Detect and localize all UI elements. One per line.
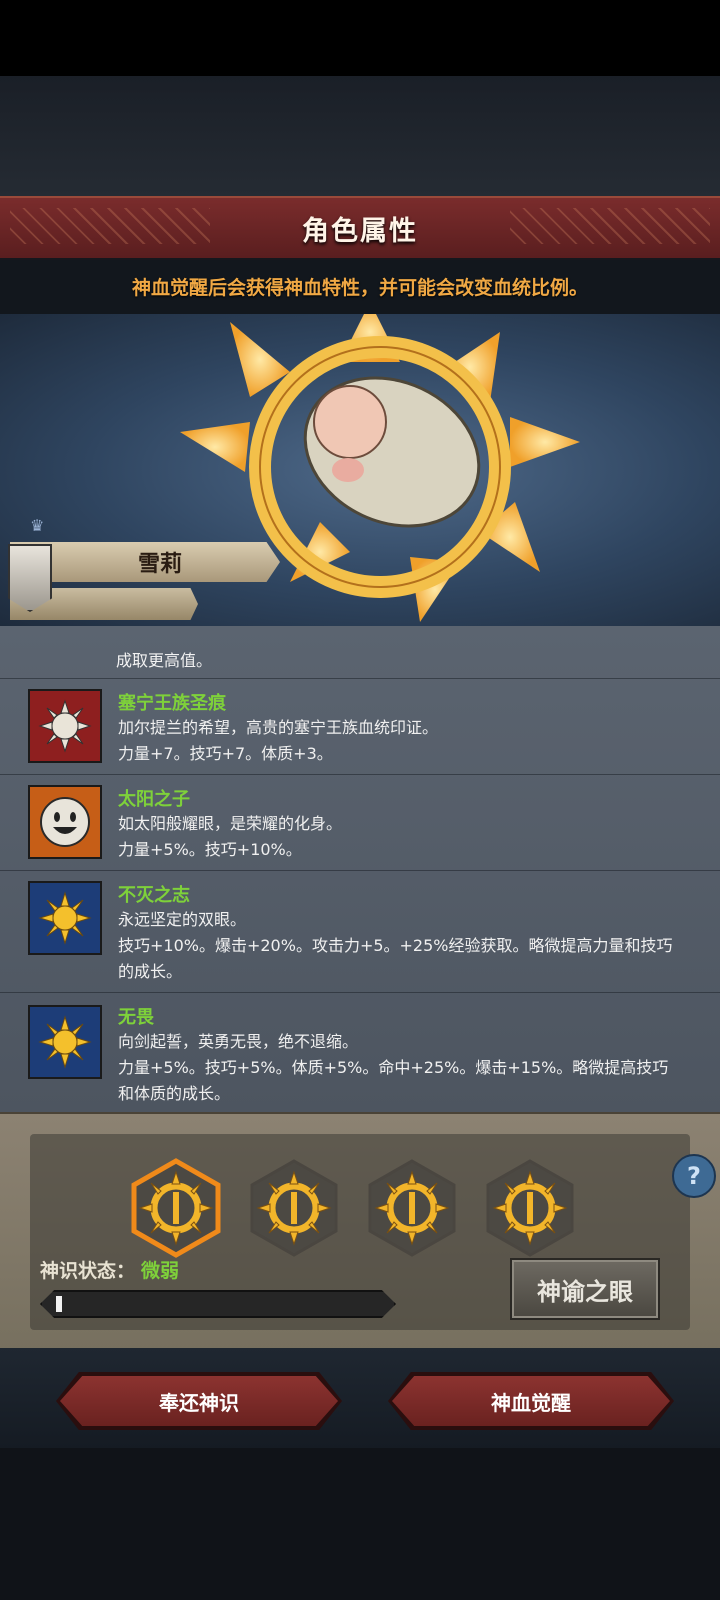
- trait-name: 塞宁王族圣痕: [118, 693, 226, 714]
- crown-icon: ♛: [30, 516, 45, 535]
- trait-item: 太阳之子 如太阳般耀眼，是荣耀的化身。 力量+5%。技巧+10%。: [0, 774, 720, 871]
- return-divine-sense-button[interactable]: 奉还神识: [60, 1376, 338, 1426]
- trait-effects: 力量+5%。技巧+5%。体质+5%。命中+25%。爆击+15%。略微提高技巧和体…: [118, 1058, 669, 1103]
- trait-description: 如太阳般耀眼，是荣耀的化身。: [118, 814, 343, 833]
- trait-effects: 技巧+10%。爆击+20%。攻击力+5。+25%经验获取。略微提高力量和技巧的成…: [118, 936, 673, 981]
- page-title: 角色属性: [302, 215, 418, 247]
- trait-effects: 力量+7。技巧+7。体质+3。: [118, 744, 333, 763]
- trait-name: 无畏: [118, 1007, 154, 1028]
- golden-sun-icon: [28, 881, 102, 955]
- divine-slot[interactable]: [248, 1158, 340, 1258]
- white-sun-emblem-icon: [28, 689, 102, 763]
- status-value: 微弱: [141, 1260, 180, 1282]
- hint-bar: 神血觉醒后会获得神血特性，并可能会改变血统比例。: [0, 258, 720, 314]
- header-ornament-left: [10, 208, 210, 244]
- shield-icon: [8, 544, 52, 612]
- character-name-banner: 雪莉: [0, 538, 290, 626]
- divine-slot[interactable]: [484, 1158, 576, 1258]
- hint-text: 神血觉醒后会获得神血特性，并可能会改变血统比例。: [131, 276, 588, 299]
- sun-ring-icon: [368, 1159, 456, 1257]
- page-header: 角色属性: [0, 196, 720, 260]
- header-ornament-right: [510, 208, 710, 244]
- sun-ring-icon: [250, 1159, 338, 1257]
- character-name: 雪莉: [137, 552, 182, 577]
- list-item-cutoff-text: 成取更高值。: [116, 651, 213, 670]
- status-bar-area: [0, 0, 720, 76]
- help-icon[interactable]: ?: [672, 1154, 716, 1198]
- trait-name: 太阳之子: [118, 789, 190, 810]
- divine-slot[interactable]: [130, 1158, 222, 1258]
- golden-sun-icon: [28, 1005, 102, 1079]
- trait-name: 不灭之志: [118, 885, 190, 906]
- divine-blood-awaken-button[interactable]: 神血觉醒: [392, 1376, 670, 1426]
- sun-ring-icon: [131, 1158, 221, 1258]
- status-label: 神识状态：: [40, 1260, 136, 1282]
- traits-list[interactable]: 成取更高值。 塞宁王族圣痕 加尔提兰的希望，高贵的塞宁王族血统印证。 力量+7。…: [0, 626, 720, 1112]
- trait-item: 塞宁王族圣痕 加尔提兰的希望，高贵的塞宁王族血统印证。 力量+7。技巧+7。体质…: [0, 678, 720, 775]
- trait-description: 向剑起誓，英勇无畏，绝不退缩。: [118, 1032, 359, 1051]
- divine-sense-progress-bar: [40, 1290, 396, 1318]
- trait-item: 无畏 向剑起誓，英勇无畏，绝不退缩。 力量+5%。技巧+5%。体质+5%。命中+…: [0, 992, 720, 1112]
- trait-description: 永远坚定的双眼。: [118, 910, 247, 929]
- smiling-sun-face-icon: [28, 785, 102, 859]
- trait-description: 加尔提兰的希望，高贵的塞宁王族血统印证。: [118, 718, 439, 737]
- oracle-eye-button[interactable]: 神谕之眼: [510, 1258, 660, 1320]
- divine-sense-status: 神识状态： 微弱: [40, 1256, 179, 1283]
- trait-item: 不灭之志 永远坚定的双眼。 技巧+10%。爆击+20%。攻击力+5。+25%经验…: [0, 870, 720, 993]
- trait-effects: 力量+5%。技巧+10%。: [118, 840, 302, 859]
- divine-slot[interactable]: [366, 1158, 458, 1258]
- progress-fill: [56, 1296, 62, 1312]
- bottom-background: [0, 1448, 720, 1600]
- top-background: [0, 76, 720, 196]
- sun-ring-icon: [486, 1159, 574, 1257]
